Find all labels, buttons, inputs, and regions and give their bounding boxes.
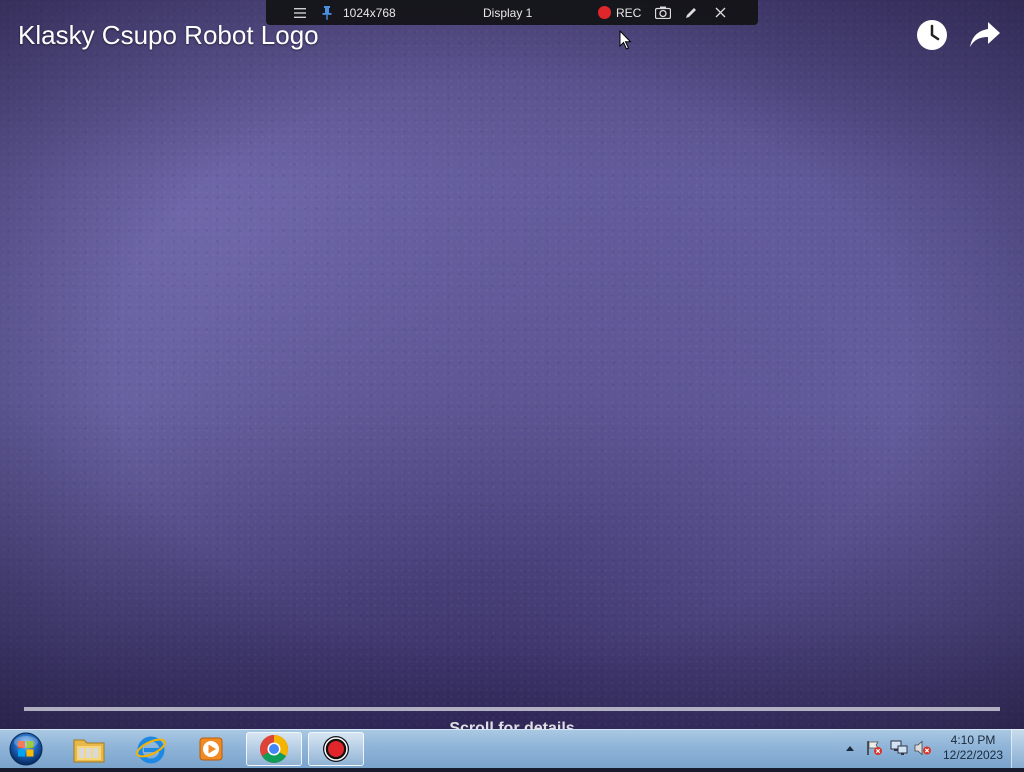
pen-icon <box>686 7 696 18</box>
clock-time: 4:10 PM <box>950 733 996 747</box>
taskbar-file-explorer[interactable] <box>61 732 117 766</box>
start-button[interactable] <box>7 731 45 767</box>
screenshot-button[interactable] <box>655 0 671 25</box>
video-player[interactable]: Klasky Csupo Robot Logo Scroll for detai… <box>0 0 1024 729</box>
media-player-icon <box>199 737 223 761</box>
taskbar-media-player[interactable] <box>183 732 239 766</box>
scroll-hint: Scroll for details <box>449 720 575 729</box>
network-icon[interactable] <box>890 740 908 756</box>
menu-icon <box>294 7 306 18</box>
share-icon <box>970 22 1000 47</box>
video-progress-bar[interactable] <box>24 707 1000 711</box>
close-icon <box>715 7 726 18</box>
show-desktop-button[interactable] <box>1011 729 1024 768</box>
taskbar-internet-explorer[interactable] <box>123 732 179 766</box>
draw-button[interactable] <box>684 0 698 25</box>
display-selector[interactable]: Display 1 <box>483 0 532 25</box>
tray-expand-icon[interactable] <box>845 744 855 752</box>
mouse-cursor-icon <box>619 30 632 50</box>
internet-explorer-icon <box>136 736 166 764</box>
watch-later-button[interactable] <box>915 18 949 52</box>
taskbar-recorder[interactable] <box>308 732 364 766</box>
record-button[interactable]: REC <box>598 0 641 25</box>
taskbar-chrome[interactable] <box>246 732 302 766</box>
file-explorer-icon <box>73 739 105 763</box>
share-button[interactable] <box>968 18 1002 52</box>
pin-toolbar-button[interactable] <box>322 0 332 25</box>
close-toolbar-button[interactable] <box>715 0 726 25</box>
clock-icon <box>917 20 947 50</box>
camera-icon <box>655 6 671 19</box>
taskbar-clock[interactable]: 4:10 PM 12/22/2023 <box>938 733 1008 763</box>
action-center-icon[interactable] <box>866 740 884 756</box>
start-orb-icon <box>9 732 43 766</box>
recorder-icon <box>323 736 349 762</box>
recorder-menu-button[interactable] <box>294 0 306 25</box>
record-label: REC <box>616 5 642 20</box>
chrome-icon <box>260 735 288 763</box>
recorder-toolbar: 1024x768 Display 1 REC <box>266 0 758 25</box>
record-icon <box>598 6 611 19</box>
video-vignette <box>0 0 1024 729</box>
volume-muted-icon[interactable] <box>914 740 932 756</box>
pin-icon <box>322 5 332 20</box>
resolution-label[interactable]: 1024x768 <box>343 0 396 25</box>
clock-date: 12/22/2023 <box>942 748 1004 762</box>
